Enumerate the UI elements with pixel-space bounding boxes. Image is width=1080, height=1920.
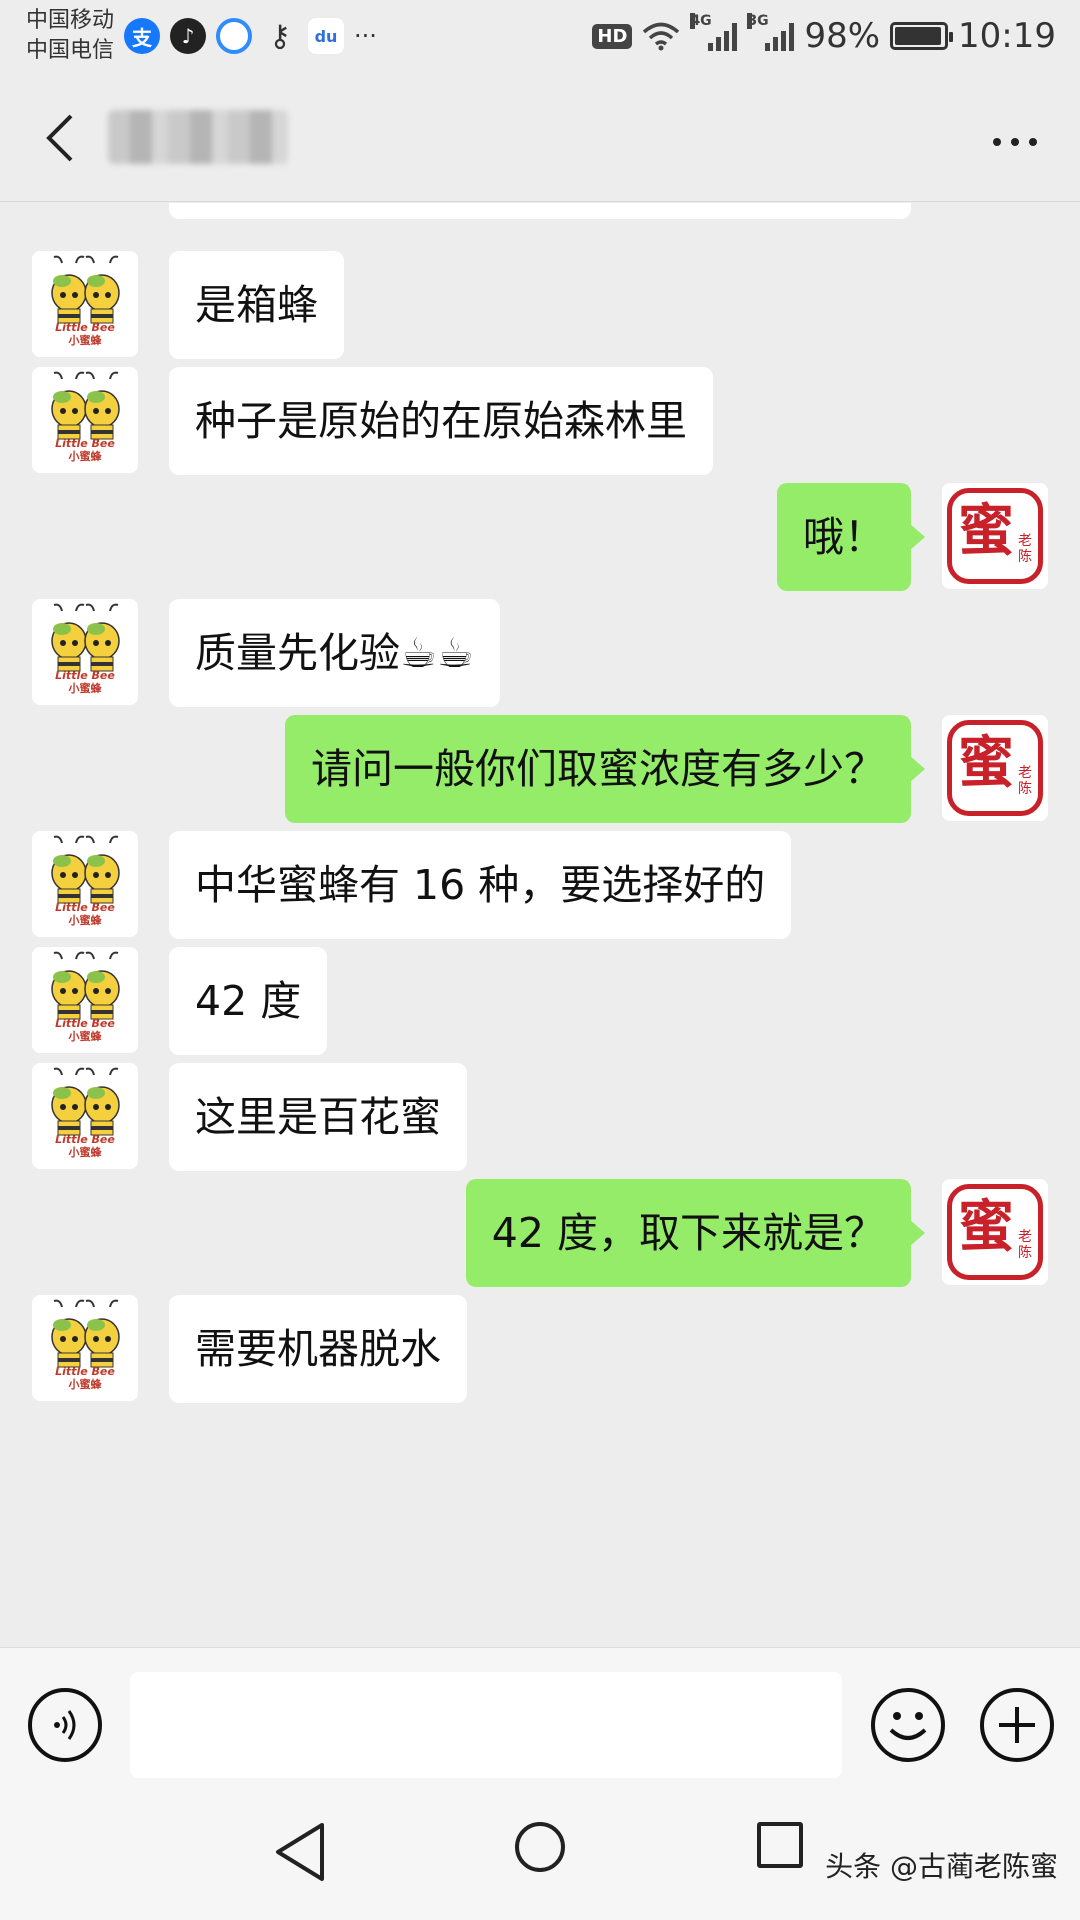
seal-stamp: 蜜老陈 bbox=[947, 1184, 1043, 1280]
seal-side-chars: 老陈 bbox=[1018, 1229, 1032, 1261]
watermark: 头条 @古蔺老陈蜜 bbox=[825, 1850, 1058, 1883]
avatar-caption-en: Little Bee bbox=[55, 901, 115, 914]
avatar-caption-cn: 小蜜蜂 bbox=[68, 682, 102, 695]
chevron-left-icon bbox=[46, 114, 73, 162]
avatar-caption-en: Little Bee bbox=[55, 437, 115, 450]
avatar-caption-cn: 小蜜蜂 bbox=[68, 1378, 102, 1391]
received-message-bubble[interactable]: 42 度 bbox=[169, 947, 328, 1055]
avatar-caption-en: Little Bee bbox=[55, 1365, 115, 1378]
sent-message-bubble[interactable]: 请问一般你们取蜜浓度有多少？ bbox=[285, 715, 925, 823]
dot-icon bbox=[1011, 138, 1019, 146]
nav-back-button[interactable] bbox=[270, 1819, 330, 1885]
avatar-caption-en: Little Bee bbox=[55, 1017, 115, 1030]
sent-message-bubble[interactable]: 哦！ bbox=[777, 483, 925, 591]
more-options-button[interactable] bbox=[980, 112, 1050, 172]
network-4g-label: 4G bbox=[690, 13, 712, 29]
avatar-caption-en: Little Bee bbox=[55, 321, 115, 334]
contact-avatar[interactable]: Little Bee 小蜜蜂 bbox=[32, 947, 138, 1053]
input-bar bbox=[0, 1647, 1080, 1787]
message-input[interactable] bbox=[130, 1672, 842, 1778]
dot-icon bbox=[993, 138, 1001, 146]
carrier-labels: 中国移动 中国电信 bbox=[26, 6, 114, 66]
seal-main-char: 蜜 bbox=[958, 731, 1014, 796]
contact-avatar[interactable]: Little Bee 小蜜蜂 bbox=[32, 831, 138, 937]
chat-title-blurred bbox=[108, 110, 288, 164]
qq-browser-icon bbox=[216, 18, 252, 54]
clock: 10:19 bbox=[958, 16, 1056, 56]
system-nav-bar: 头条 @古蔺老陈蜜 bbox=[0, 1787, 1080, 1920]
contact-avatar[interactable]: Little Bee 小蜜蜂 bbox=[32, 599, 138, 705]
alipay-icon: 支 bbox=[124, 18, 160, 54]
avatar-caption: Little Bee 小蜜蜂 bbox=[32, 901, 138, 927]
seal-main-char: 蜜 bbox=[958, 1195, 1014, 1260]
my-avatar[interactable]: 蜜老陈 bbox=[942, 715, 1048, 821]
signal-3g-icon: 3G bbox=[747, 13, 795, 51]
chat-header bbox=[0, 80, 1080, 202]
voice-icon bbox=[54, 1710, 76, 1740]
more-functions-button[interactable] bbox=[980, 1688, 1054, 1762]
seal-side-chars: 老陈 bbox=[1018, 533, 1032, 565]
seal-side-chars: 老陈 bbox=[1018, 765, 1032, 797]
more-notifications-icon: ··· bbox=[354, 22, 377, 50]
contact-avatar[interactable]: Little Bee 小蜜蜂 bbox=[32, 251, 138, 357]
contact-avatar[interactable]: Little Bee 小蜜蜂 bbox=[32, 1295, 138, 1401]
contact-avatar[interactable]: Little Bee 小蜜蜂 bbox=[32, 1063, 138, 1169]
carrier-2: 中国电信 bbox=[26, 38, 115, 63]
avatar-caption: Little Bee 小蜜蜂 bbox=[32, 1365, 138, 1391]
tiktok-icon: ♪ bbox=[170, 18, 206, 54]
carrier-1: 中国移动 bbox=[26, 8, 115, 33]
partial-message-bubble[interactable] bbox=[169, 203, 911, 219]
avatar-caption-en: Little Bee bbox=[55, 1133, 115, 1146]
avatar-caption-cn: 小蜜蜂 bbox=[68, 1030, 102, 1043]
seal-main-char: 蜜 bbox=[958, 499, 1014, 564]
avatar-caption: Little Bee 小蜜蜂 bbox=[32, 321, 138, 347]
my-avatar[interactable]: 蜜老陈 bbox=[942, 1179, 1048, 1285]
avatar-caption: Little Bee 小蜜蜂 bbox=[32, 437, 138, 463]
notification-icons: 支 ♪ ⚷ du ··· bbox=[124, 18, 377, 54]
hd-badge: HD bbox=[592, 23, 633, 49]
sent-message-bubble[interactable]: 42 度，取下来就是？ bbox=[465, 1179, 926, 1287]
back-button[interactable] bbox=[30, 108, 90, 168]
status-right: HD 4G 3G 98% 10:19 bbox=[592, 13, 1056, 56]
dot-icon bbox=[1029, 138, 1037, 146]
signal-4g-icon: 4G bbox=[690, 13, 738, 51]
nav-recents-button[interactable] bbox=[757, 1822, 803, 1868]
avatar-caption-cn: 小蜜蜂 bbox=[68, 334, 102, 347]
seal-stamp: 蜜老陈 bbox=[947, 720, 1043, 816]
avatar-caption-en: Little Bee bbox=[55, 669, 115, 682]
received-message-bubble[interactable]: 种子是原始的在原始森林里 bbox=[169, 367, 713, 475]
voice-input-button[interactable] bbox=[28, 1688, 102, 1762]
wifi-icon bbox=[643, 22, 680, 51]
avatar-caption-cn: 小蜜蜂 bbox=[68, 450, 102, 463]
nav-home-button[interactable] bbox=[515, 1822, 565, 1872]
received-message-bubble[interactable]: 这里是百花蜜 bbox=[169, 1063, 467, 1171]
received-message-bubble[interactable]: 质量先化验☕☕ bbox=[169, 599, 500, 707]
avatar-caption: Little Bee 小蜜蜂 bbox=[32, 1017, 138, 1043]
received-message-bubble[interactable]: 是箱蜂 bbox=[169, 251, 344, 359]
battery-icon bbox=[890, 22, 954, 50]
avatar-caption-cn: 小蜜蜂 bbox=[68, 1146, 102, 1159]
avatar-caption: Little Bee 小蜜蜂 bbox=[32, 1133, 138, 1159]
key-icon: ⚷ bbox=[269, 18, 291, 54]
received-message-bubble[interactable]: 中华蜜蜂有 16 种，要选择好的 bbox=[169, 831, 792, 939]
network-3g-label: 3G bbox=[747, 13, 769, 29]
battery-percent: 98% bbox=[804, 16, 881, 56]
contact-avatar[interactable]: Little Bee 小蜜蜂 bbox=[32, 367, 138, 473]
avatar-caption: Little Bee 小蜜蜂 bbox=[32, 669, 138, 695]
my-avatar[interactable]: 蜜老陈 bbox=[942, 483, 1048, 589]
received-message-bubble[interactable]: 需要机器脱水 bbox=[169, 1295, 467, 1403]
seal-stamp: 蜜老陈 bbox=[947, 488, 1043, 584]
smiley-icon bbox=[889, 1712, 927, 1740]
avatar-caption-cn: 小蜜蜂 bbox=[68, 914, 102, 927]
baidu-icon: du bbox=[308, 18, 344, 54]
status-bar: 中国移动 中国电信 支 ♪ ⚷ du ··· HD 4G 3G 98% 10:1… bbox=[0, 0, 1080, 80]
message-list[interactable]: Little Bee 小蜜蜂 是箱蜂 Little Bee 小蜜蜂 种子是原始的在原始森… bbox=[0, 203, 1080, 1647]
plus-icon bbox=[999, 1707, 1035, 1743]
emoji-button[interactable] bbox=[871, 1688, 945, 1762]
